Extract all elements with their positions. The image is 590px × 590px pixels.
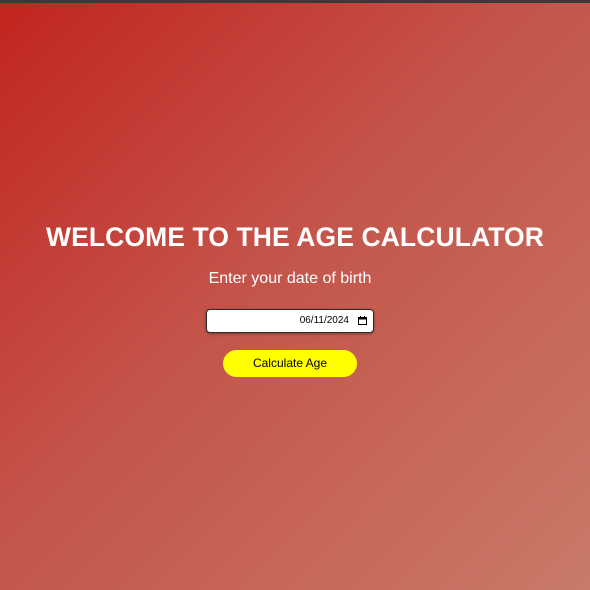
calculate-age-button[interactable]: Calculate Age: [223, 350, 357, 377]
birthdate-prompt: Enter your date of birth: [208, 270, 372, 287]
page-title: WELCOME TO THE AGE CALCULATOR: [45, 222, 545, 252]
calendar-icon[interactable]: [358, 316, 367, 325]
window-top-border: [0, 0, 590, 3]
birthdate-value[interactable]: 06/11/2024: [207, 310, 357, 332]
birthdate-input[interactable]: 06/11/2024: [206, 309, 374, 333]
